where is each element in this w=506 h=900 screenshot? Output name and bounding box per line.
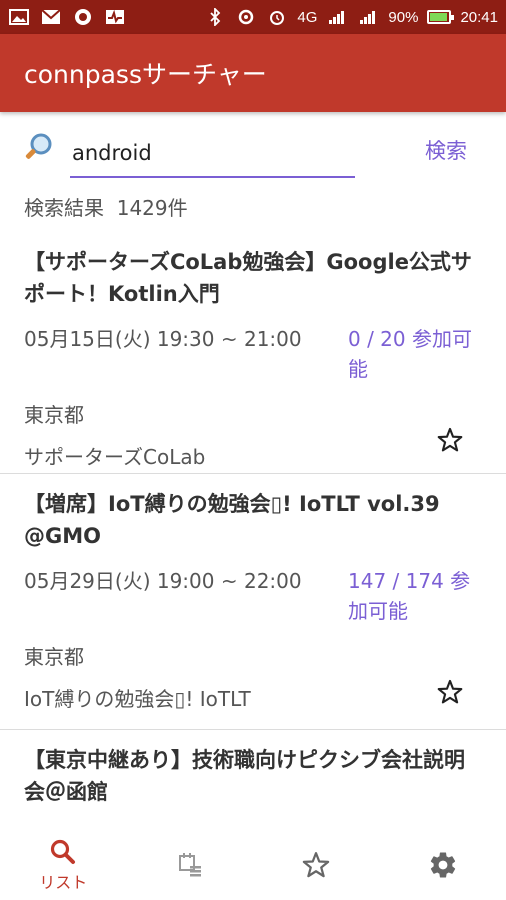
event-capacity: 0 / 20 参加可能 — [348, 327, 472, 381]
activity-icon — [104, 8, 126, 26]
event-organizer: サポーターズCoLab — [24, 445, 206, 469]
result-count: 検索結果 1429件 — [24, 192, 188, 221]
event-capacity: 147 / 174 参加可能 — [348, 569, 471, 623]
bluetooth-icon — [204, 8, 226, 26]
event-place: 東京都 — [24, 645, 84, 669]
event-title: 【サポーターズCoLab勉強会】Google公式サポート！Kotlin入門 — [24, 250, 472, 306]
app-title: connpassサーチャー — [24, 60, 267, 89]
app-bar: connpassサーチャー — [0, 34, 506, 112]
nav-settings[interactable] — [380, 830, 506, 900]
signal-icon-2 — [357, 8, 379, 26]
sync-icon — [235, 8, 257, 26]
nav-list-label: リスト — [39, 873, 88, 892]
notification-icons — [8, 8, 126, 26]
signal-icon — [326, 8, 348, 26]
event-datetime: 05月15日(火) 19:30 ~ 21:00 — [24, 327, 302, 351]
search-button[interactable]: 検索 — [410, 130, 482, 170]
nav-history[interactable] — [127, 830, 254, 900]
favorite-star-icon[interactable] — [436, 678, 464, 706]
event-title: 【増席】IoT縛りの勉強会▯! IoTLT vol.39 @GMO — [24, 492, 440, 548]
battery-percent: 90% — [388, 8, 419, 26]
bottom-nav: リスト — [0, 830, 506, 900]
magnifier-icon — [22, 130, 56, 164]
gear-icon — [430, 852, 455, 878]
clock: 20:41 — [460, 8, 498, 26]
network-type: 4G — [297, 8, 318, 26]
system-icons: 4G 90% 20:41 — [204, 8, 498, 26]
event-item[interactable]: 【サポーターズCoLab勉強会】Google公式サポート！Kotlin入門 05… — [0, 232, 506, 474]
event-meta: 05月29日(火) 19:00 ~ 22:00 147 / 174 参加可能 — [24, 566, 506, 626]
search-row: 検索 — [0, 112, 506, 184]
alarm-icon — [266, 8, 288, 26]
event-datetime: 05月29日(火) 19:00 ~ 22:00 — [24, 569, 302, 593]
event-list[interactable]: 【サポーターズCoLab勉強会】Google公式サポート！Kotlin入門 05… — [0, 232, 506, 810]
nav-favorites[interactable] — [253, 830, 380, 900]
search-input[interactable] — [70, 130, 355, 178]
event-item[interactable]: 【東京中継あり】技術職向けピクシブ会社説明会＠函館 — [0, 730, 506, 808]
calendar-list-icon — [178, 853, 201, 877]
gmail-icon — [40, 8, 62, 26]
battery-icon — [427, 10, 455, 24]
gallery-icon — [8, 8, 30, 26]
nav-list[interactable]: リスト — [0, 830, 127, 900]
event-title: 【東京中継あり】技術職向けピクシブ会社説明会＠函館 — [24, 748, 465, 804]
event-place: 東京都 — [24, 403, 84, 427]
favorite-star-icon[interactable] — [436, 426, 464, 454]
event-item[interactable]: 【増席】IoT縛りの勉強会▯! IoTLT vol.39 @GMO 05月29日… — [0, 474, 506, 730]
event-organizer: IoT縛りの勉強会▯! IoTLT — [24, 687, 251, 711]
result-count-value: 1429件 — [116, 196, 188, 220]
record-icon — [72, 8, 94, 26]
search-icon — [51, 839, 76, 864]
status-bar: 4G 90% 20:41 — [0, 0, 506, 34]
star-icon — [303, 852, 330, 878]
event-meta: 05月15日(火) 19:30 ~ 21:00 0 / 20 参加可能 — [24, 324, 506, 384]
result-count-label: 検索結果 — [24, 196, 104, 220]
